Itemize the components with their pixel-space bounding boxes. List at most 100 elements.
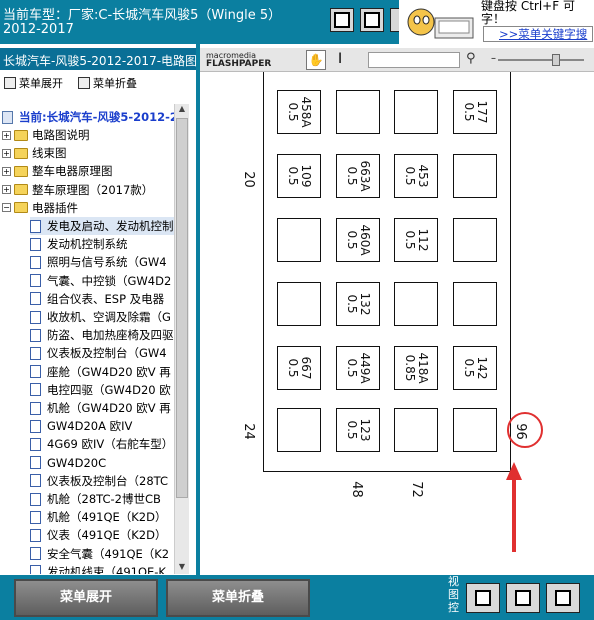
document-icon bbox=[30, 383, 41, 397]
connector-pin bbox=[453, 408, 497, 452]
tree-collapse-button[interactable]: 菜单折叠 bbox=[78, 75, 137, 91]
tree-item[interactable]: 安全气囊（491QE（K2 bbox=[30, 545, 169, 563]
tree-item[interactable]: 机舱（28TC-2博世CB bbox=[30, 490, 161, 508]
tree-item[interactable]: 电控四驱（GW4D20 欧 bbox=[30, 381, 171, 399]
document-icon bbox=[30, 456, 41, 470]
connector-pin bbox=[277, 218, 321, 262]
tree-item-label: 机舱（GW4D20 欧V 再 bbox=[47, 401, 171, 415]
tip-banner: 键盘按 Ctrl+F 可 字！ >>菜单关键字搜 bbox=[399, 0, 594, 44]
tree-item[interactable]: 4G69 欧IV（右舵车型） bbox=[30, 435, 173, 453]
tree-item[interactable]: 仪表板及控制台（28TC bbox=[30, 472, 168, 490]
document-icon bbox=[30, 346, 41, 360]
expand-node-icon[interactable]: + bbox=[2, 148, 11, 158]
scroll-down-icon[interactable]: ▼ bbox=[176, 562, 188, 574]
tree-item[interactable]: 发动机控制系统 bbox=[30, 235, 128, 253]
tree-expand-button[interactable]: 菜单展开 bbox=[4, 75, 63, 91]
document-icon bbox=[30, 510, 41, 524]
tree-item[interactable]: 气囊、中控锁（GW4D2 bbox=[30, 272, 171, 290]
tree-item[interactable]: + 线束图 bbox=[2, 144, 67, 162]
expand-node-icon[interactable]: + bbox=[2, 166, 11, 176]
document-icon bbox=[30, 528, 41, 542]
pin-label: 109 0.5 bbox=[286, 164, 313, 188]
tree-item-label: 收放机、空调及除霜（G bbox=[47, 310, 171, 324]
pin-label: 460A 0.5 bbox=[345, 224, 372, 256]
search-icon[interactable]: ⚲ bbox=[466, 51, 476, 66]
connector-pin: 177 0.5 bbox=[453, 90, 497, 134]
tree-item-label: 线束图 bbox=[32, 146, 67, 161]
menu-collapse-button[interactable]: 菜单折叠 bbox=[166, 579, 310, 617]
document-icon bbox=[30, 219, 41, 233]
document-icon bbox=[30, 474, 41, 488]
connector-pin bbox=[277, 408, 321, 452]
hand-tool-icon[interactable]: ✋ bbox=[306, 50, 326, 70]
expand-node-icon[interactable]: + bbox=[2, 185, 11, 195]
tree-item[interactable]: 组合仪表、ESP 及电器 bbox=[30, 290, 164, 308]
connector-pin bbox=[453, 154, 497, 198]
connector-pin bbox=[277, 282, 321, 326]
tree-item-label: 发动机线束（491QE-K bbox=[47, 564, 166, 574]
connector-pin: 449A 0.5 bbox=[336, 346, 380, 390]
connector-pin: 663A 0.5 bbox=[336, 154, 380, 198]
tree-item[interactable]: 仪表（491QE（K2D） bbox=[30, 526, 166, 544]
view-left-panel-button[interactable] bbox=[466, 583, 500, 613]
tree-item-label: 发动机控制系统 bbox=[47, 237, 128, 252]
tree-item[interactable]: 发电及启动、发动机控制 bbox=[30, 217, 174, 235]
tree-item[interactable]: 机舱（GW4D20 欧V 再 bbox=[30, 399, 171, 417]
scroll-up-icon[interactable]: ▲ bbox=[176, 104, 188, 116]
tree-item-label: 机舱（28TC-2博世CB bbox=[47, 492, 161, 506]
tree-item-label: GW4D20A 欧IV bbox=[47, 419, 133, 434]
tree-current-label: 当前:长城汽车-风骏5-2012-201 bbox=[19, 110, 174, 124]
tree-item[interactable]: 收放机、空调及除霜（G bbox=[30, 308, 171, 326]
tree-item[interactable]: 仪表板及控制台（GW4 bbox=[30, 344, 167, 362]
red-arrow-icon bbox=[506, 462, 522, 552]
left-panel-title: 长城汽车-风骏5-2012-2017-电路图 bbox=[0, 48, 196, 70]
collapse-node-icon[interactable]: − bbox=[2, 203, 11, 213]
view-both-panels-button[interactable] bbox=[506, 583, 540, 613]
tree-item[interactable]: + 整车原理图（2017款） bbox=[2, 181, 153, 199]
folder-icon bbox=[14, 165, 28, 177]
document-icon bbox=[30, 292, 41, 306]
viewer-search-input[interactable] bbox=[368, 52, 460, 68]
tree-item-label: 发电及启动、发动机控制 bbox=[47, 219, 174, 233]
tree-scrollbar[interactable]: ▲ ▼ bbox=[174, 104, 189, 574]
tree-item[interactable]: GW4D20A 欧IV bbox=[30, 417, 132, 435]
pin-label: 449A 0.5 bbox=[345, 352, 372, 384]
document-icon bbox=[30, 547, 41, 561]
text-select-icon[interactable]: I bbox=[338, 51, 342, 67]
tree-item-label: 电控四驱（GW4D20 欧 bbox=[47, 382, 171, 397]
folder-icon bbox=[14, 147, 28, 159]
logo-line-2: FLASHPAPER bbox=[206, 59, 272, 69]
zoom-out-icon[interactable]: – bbox=[491, 53, 496, 64]
zoom-slider[interactable] bbox=[498, 59, 584, 61]
folder-icon bbox=[14, 202, 28, 214]
tree-item[interactable]: 防盗、电加热座椅及四驱 bbox=[30, 326, 174, 344]
tree-item[interactable]: GW4D20C bbox=[30, 454, 106, 472]
view-split-button[interactable] bbox=[360, 8, 384, 32]
connector-pin: 418A 0.85 bbox=[394, 346, 438, 390]
expand-node-icon[interactable]: + bbox=[2, 130, 11, 140]
zoom-slider-handle[interactable] bbox=[552, 54, 560, 66]
tree-item-label: 组合仪表、ESP 及电器 bbox=[47, 291, 165, 306]
tree-item[interactable]: 发动机线束（491QE-K bbox=[30, 563, 166, 574]
pin-label: 453 0.5 bbox=[403, 164, 430, 188]
axis-label-48: 48 bbox=[348, 481, 364, 498]
scroll-thumb[interactable] bbox=[176, 118, 188, 498]
computer-icon bbox=[2, 110, 13, 124]
flashpaper-logo: macromedia FLASHPAPER bbox=[206, 52, 272, 69]
tree-item[interactable]: 座舱（GW4D20 欧V 再 bbox=[30, 363, 171, 381]
pin-label: 458A 0.5 bbox=[286, 96, 313, 128]
tree-item[interactable]: 照明与信号系统（GW4 bbox=[30, 253, 167, 271]
tree-current[interactable]: 当前:长城汽车-风骏5-2012-201 bbox=[2, 108, 174, 126]
axis-label-24: 24 bbox=[240, 423, 256, 440]
document-icon bbox=[30, 255, 41, 269]
menu-expand-button[interactable]: 菜单展开 bbox=[14, 579, 158, 617]
view-right-panel-button[interactable] bbox=[546, 583, 580, 613]
view-left-button[interactable] bbox=[330, 8, 354, 32]
tree-item[interactable]: − 电器插件 bbox=[2, 199, 78, 217]
left-toolbar: 菜单展开 菜单折叠 bbox=[0, 70, 196, 96]
tree-collapse-label: 菜单折叠 bbox=[93, 77, 137, 90]
tree-item[interactable]: + 电路图说明 bbox=[2, 126, 90, 144]
tree-item[interactable]: 机舱（491QE（K2D） bbox=[30, 508, 166, 526]
keyword-search-link[interactable]: >>菜单关键字搜 bbox=[499, 26, 587, 42]
tree-item[interactable]: + 整车电器原理图 bbox=[2, 162, 113, 180]
